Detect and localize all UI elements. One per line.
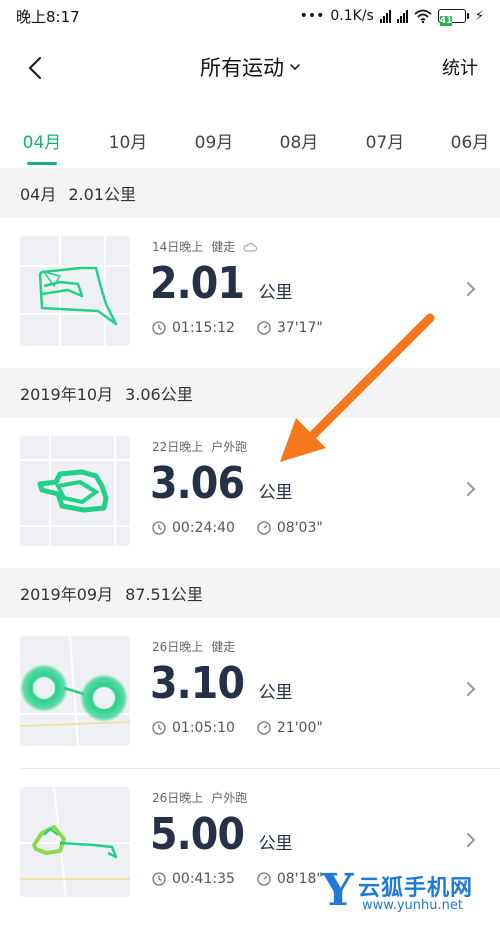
- activity-type: 户外跑: [211, 440, 248, 454]
- section-total: 2.01公里: [68, 185, 137, 204]
- wifi-icon: [414, 9, 432, 23]
- activity-meta: 26日晚上 户外跑: [152, 789, 247, 806]
- activity-stats: 01:05:10 21'00": [152, 720, 345, 736]
- signal-dots-icon: •••: [299, 8, 325, 24]
- activity-pace: 21'00": [276, 720, 323, 736]
- distance-value: 3.06: [150, 458, 245, 509]
- activity-time: 26日晚上: [152, 640, 204, 654]
- watermark-url: www.yunhu.net: [362, 898, 463, 913]
- network-speed: 0.1K/s: [330, 8, 374, 24]
- distance-value: 5.00: [150, 809, 245, 860]
- activity-meta: 26日晚上 健走: [152, 638, 235, 655]
- chevron-right-icon: [467, 282, 476, 296]
- activity-pace: 08'18": [276, 871, 323, 887]
- activity-meta: 14日晚上 健走: [152, 238, 258, 255]
- activity-stats: 00:24:40 08'03": [152, 520, 345, 536]
- activity-distance: 2.01 公里: [150, 258, 293, 309]
- chevron-right-icon: [467, 482, 476, 496]
- battery-icon: 41: [437, 9, 469, 26]
- activity-time: 26日晚上: [152, 791, 204, 805]
- distance-unit: 公里: [258, 683, 293, 703]
- watermark-letter: Y: [322, 865, 354, 916]
- clock-icon: [152, 721, 166, 735]
- signal-icon-2: [396, 9, 408, 23]
- section-period: 2019年09月: [20, 585, 114, 604]
- page-title: 所有运动: [200, 56, 284, 80]
- distance-unit: 公里: [258, 834, 293, 854]
- distance-value: 3.10: [150, 658, 245, 709]
- month-tabs: 04月 10月 09月 08月 07月 06月: [0, 120, 500, 166]
- activity-type: 健走: [211, 640, 236, 654]
- pace-icon: [257, 321, 271, 335]
- activity-pace: 08'03": [276, 520, 323, 536]
- pace-icon: [257, 721, 271, 735]
- activity-duration: 01:05:10: [172, 720, 235, 736]
- watermark-logo: Y 云狐手机网 www.yunhu.net: [322, 868, 500, 924]
- activity-time: 22日晚上: [152, 440, 204, 454]
- tab-month-2[interactable]: 09月: [184, 128, 244, 153]
- tab-month-4[interactable]: 07月: [355, 128, 415, 153]
- stats-button[interactable]: 统计: [442, 54, 478, 80]
- activity-card-1[interactable]: 22日晚上 户外跑 3.06 公里 00:24:40 08'03": [0, 418, 500, 568]
- chevron-down-icon: [290, 64, 300, 71]
- activity-distance: 3.10 公里: [150, 658, 293, 709]
- distance-unit: 公里: [258, 483, 293, 503]
- activity-pace: 37'17": [276, 320, 323, 336]
- route-map-thumbnail: [20, 436, 130, 546]
- pace-icon: [257, 521, 271, 535]
- clock-icon: [152, 521, 166, 535]
- activity-card-0[interactable]: 14日晚上 健走 2.01 公里 01:15:12 37'17": [0, 218, 500, 368]
- status-bar: 晚上8:17 ••• 0.1K/s 41 ⚡: [0, 0, 500, 32]
- charging-icon: ⚡: [474, 8, 484, 24]
- activity-duration: 00:24:40: [172, 520, 235, 536]
- section-header-0: 04月 2.01公里: [0, 168, 500, 218]
- section-header-1: 2019年10月 3.06公里: [0, 368, 500, 418]
- route-map-thumbnail: [20, 236, 130, 346]
- pace-icon: [257, 872, 271, 886]
- section-header-2: 2019年09月 87.51公里: [0, 568, 500, 618]
- section-total: 87.51公里: [125, 585, 203, 604]
- activity-duration: 01:15:12: [172, 320, 235, 336]
- route-map-thumbnail: [20, 787, 130, 897]
- activity-stats: 01:15:12 37'17": [152, 320, 345, 336]
- nav-bar: 所有运动 统计: [0, 36, 500, 98]
- activity-distance: 3.06 公里: [150, 458, 293, 509]
- activity-type: 健走: [211, 240, 236, 254]
- battery-level: 41: [439, 16, 453, 26]
- cloud-icon: [243, 242, 258, 251]
- route-map-thumbnail: [20, 636, 130, 746]
- section-period: 2019年10月: [20, 385, 114, 404]
- activity-meta: 22日晚上 户外跑: [152, 438, 247, 455]
- clock-icon: [152, 321, 166, 335]
- activity-stats: 00:41:35 08'18": [152, 871, 345, 887]
- activity-time: 14日晚上: [152, 240, 204, 254]
- tab-month-0[interactable]: 04月: [12, 128, 72, 153]
- sport-filter-dropdown[interactable]: 所有运动: [0, 52, 500, 82]
- distance-unit: 公里: [258, 283, 293, 303]
- status-icons: ••• 0.1K/s 41 ⚡: [299, 8, 484, 26]
- distance-value: 2.01: [150, 258, 245, 309]
- section-total: 3.06公里: [125, 385, 193, 404]
- active-tab-indicator: [27, 162, 57, 165]
- activity-distance: 5.00 公里: [150, 809, 293, 860]
- clock-icon: [152, 872, 166, 886]
- chevron-right-icon: [467, 833, 476, 847]
- signal-icon: [379, 9, 391, 23]
- tab-month-5[interactable]: 06月: [440, 128, 500, 153]
- activity-card-2[interactable]: 26日晚上 健走 3.10 公里 01:05:10 21'00": [0, 618, 500, 768]
- tab-month-1[interactable]: 10月: [98, 128, 158, 153]
- chevron-right-icon: [467, 682, 476, 696]
- tab-month-3[interactable]: 08月: [269, 128, 329, 153]
- activity-type: 户外跑: [211, 791, 248, 805]
- activity-duration: 00:41:35: [172, 871, 235, 887]
- section-period: 04月: [20, 185, 57, 204]
- status-time: 晚上8:17: [16, 7, 80, 26]
